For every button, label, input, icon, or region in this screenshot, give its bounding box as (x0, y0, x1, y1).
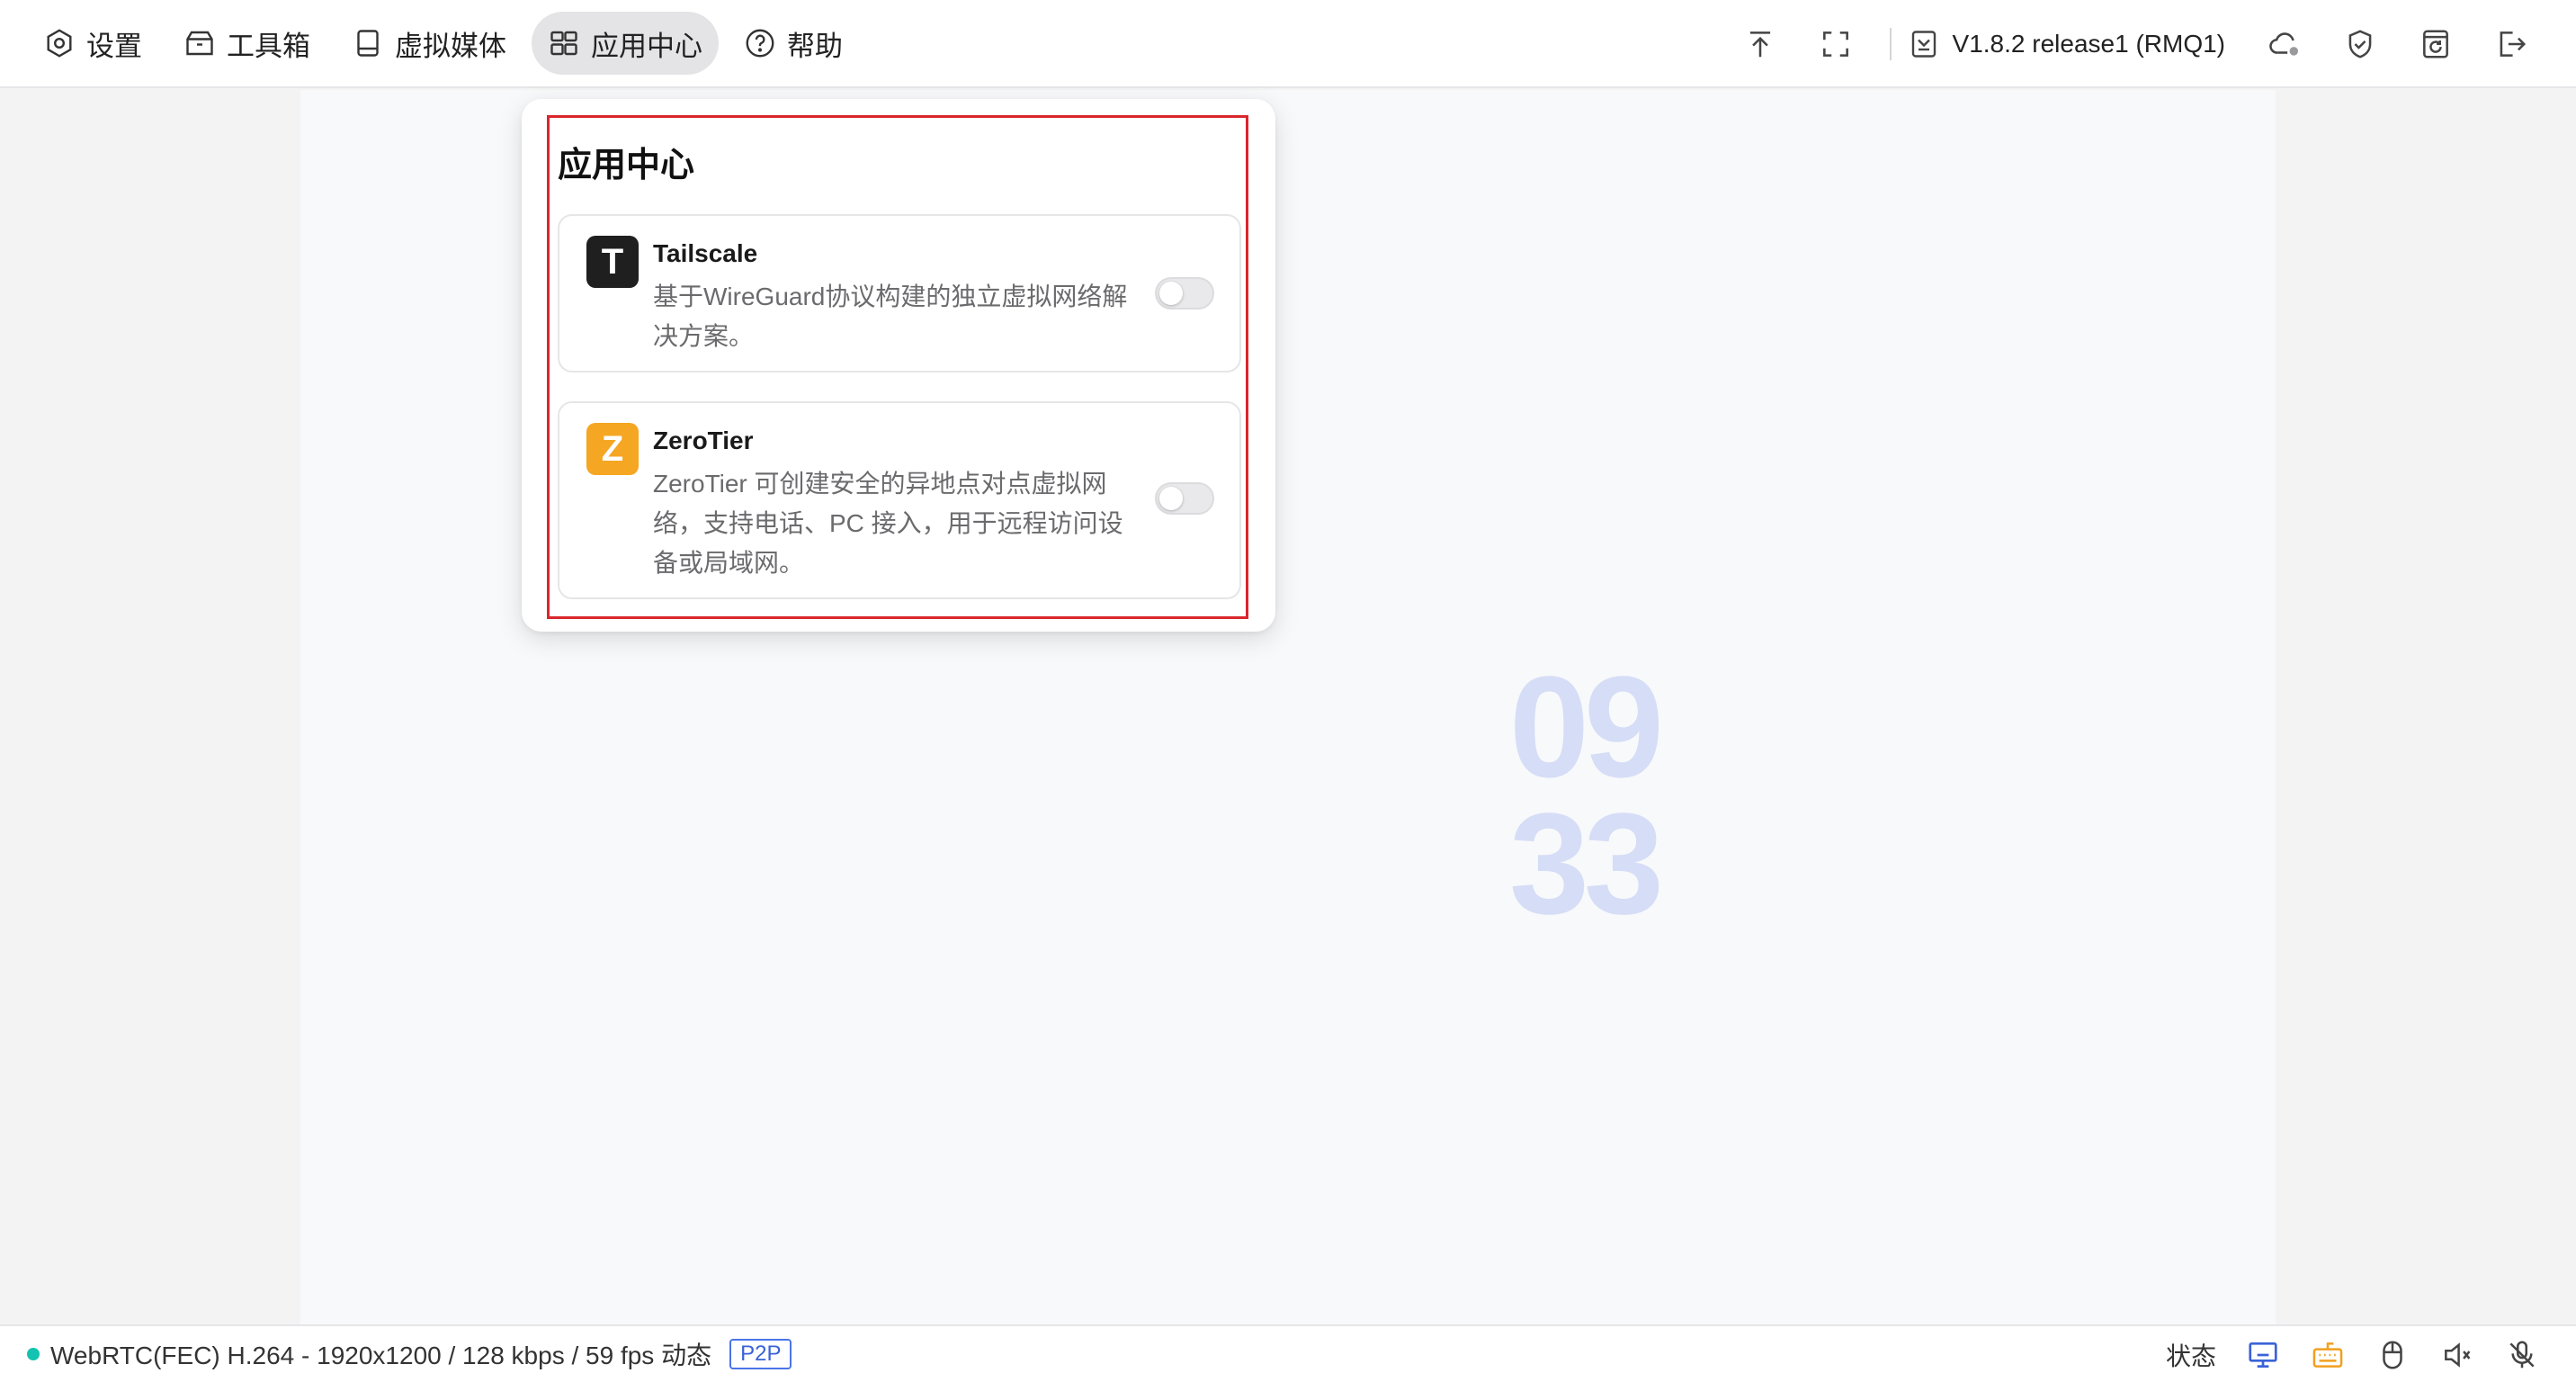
menu-virtual-media[interactable]: 虚拟媒体 (335, 12, 523, 75)
status-label: 状态 (2165, 1342, 2216, 1370)
clock-hour: 09 (1509, 646, 1664, 807)
menu-toolbox-label: 工具箱 (227, 30, 310, 62)
drive-icon (357, 30, 379, 57)
stream-status: WebRTC(FEC) H.264 - 1920x1200 / 128 kbps… (27, 1336, 792, 1372)
top-bar: 设置 工具箱 虚拟媒体 应用中心 帮助 V1.8.2 release1 (RMQ… (0, 0, 2576, 88)
collapse-toolbar-button[interactable] (1722, 0, 1798, 88)
app-card-zerotier: Z ZeroTier ZeroTier 可创建安全的异地点对点虚拟网络，支持电话… (558, 401, 1241, 599)
menu-app-center[interactable]: 应用中心 (532, 12, 719, 75)
monitor-icon (2249, 1342, 2277, 1369)
device-check-icon (1911, 31, 1936, 58)
menu-toolbox[interactable]: 工具箱 (167, 12, 326, 75)
toggle-knob (1159, 282, 1183, 305)
toolbar-divider (1889, 28, 1892, 60)
zerotier-logo-icon: Z (586, 423, 639, 475)
menu-virtual-media-label: 虚拟媒体 (395, 30, 506, 62)
menu-settings[interactable]: 设置 (27, 12, 158, 75)
version-info[interactable]: V1.8.2 release1 (RMQ1) (1908, 28, 2225, 60)
cloud-status-button[interactable] (2247, 0, 2322, 88)
app-description: 基于WireGuard协议构建的独立虚拟网络解决方案。 (653, 283, 1128, 350)
tailscale-logo-icon: T (586, 236, 639, 288)
microphone-mute-icon (2509, 1341, 2535, 1369)
zerotier-toggle[interactable] (1155, 482, 1214, 515)
menu-help-label: 帮助 (787, 30, 843, 62)
app-center-popover: 应用中心 T Tailscale 基于WireGuard协议构建的独立虚拟网络解… (522, 99, 1275, 632)
monitor-button[interactable] (2231, 1326, 2295, 1382)
main-menu: 设置 工具箱 虚拟媒体 应用中心 帮助 (27, 12, 859, 75)
zerotier-logo-letter: Z (601, 428, 624, 469)
app-description: ZeroTier 可创建安全的异地点对点虚拟网络，支持电话、PC 接入，用于远程… (653, 470, 1123, 577)
keyboard-icon (2312, 1342, 2343, 1368)
logout-icon (2500, 31, 2527, 57)
security-button[interactable] (2322, 0, 2398, 88)
tailscale-toggle[interactable] (1155, 277, 1214, 310)
speaker-mute-button[interactable] (2425, 1326, 2490, 1382)
stream-info: WebRTC(FEC) H.264 - 1920x1200 / 128 kbps… (50, 1342, 712, 1369)
logout-button[interactable] (2473, 0, 2549, 88)
screen-clock: 09 33 (1509, 646, 1671, 944)
fullscreen-icon (1822, 31, 1848, 57)
shield-check-icon (2348, 30, 2372, 58)
clock-minute: 33 (1509, 783, 1664, 944)
popover-title: 应用中心 (558, 147, 695, 184)
help-icon (746, 29, 774, 58)
app-name: Tailscale (653, 239, 758, 267)
status-bar: WebRTC(FEC) H.264 - 1920x1200 / 128 kbps… (0, 1324, 2576, 1382)
speaker-mute-icon (2445, 1342, 2471, 1368)
status-controls: 状态 (2166, 1326, 2554, 1382)
connection-status-dot (27, 1348, 40, 1360)
microphone-mute-button[interactable] (2490, 1326, 2554, 1382)
mouse-button[interactable] (2360, 1326, 2425, 1382)
menu-settings-label: 设置 (86, 30, 142, 62)
toolbox-icon (186, 31, 213, 56)
arrow-up-to-line-icon (1749, 31, 1770, 58)
cloud-icon (2269, 32, 2299, 56)
app-card-tailscale: T Tailscale 基于WireGuard协议构建的独立虚拟网络解决方案。 (558, 214, 1241, 372)
app-name: ZeroTier (653, 426, 754, 454)
menu-help[interactable]: 帮助 (728, 12, 859, 75)
version-label: V1.8.2 release1 (RMQ1) (1952, 30, 2225, 58)
settings-icon (47, 29, 72, 58)
tailscale-logo-letter: T (601, 241, 624, 282)
fullscreen-button[interactable] (1798, 0, 1874, 88)
device-refresh-icon (2423, 30, 2448, 58)
mouse-icon (2383, 1341, 2402, 1369)
keyboard-button[interactable] (2295, 1326, 2360, 1382)
toolbar-right: V1.8.2 release1 (RMQ1) (1722, 0, 2549, 88)
restart-button[interactable] (2398, 0, 2473, 88)
p2p-badge: P2P (729, 1339, 792, 1369)
menu-app-center-label: 应用中心 (591, 30, 702, 62)
toggle-knob (1159, 487, 1183, 510)
apps-icon (550, 31, 577, 56)
